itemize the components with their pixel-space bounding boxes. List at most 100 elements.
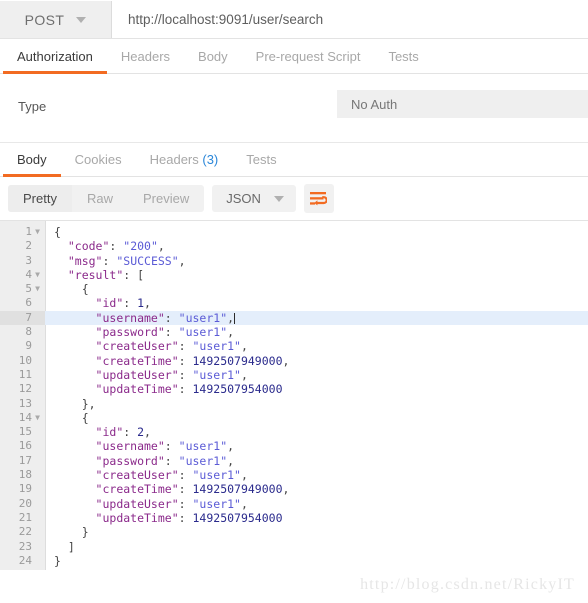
fold-triangle-icon[interactable]: ▼ [32,228,43,236]
response-tab-body[interactable]: Body [3,152,61,177]
code-token: : [ [123,267,145,282]
code-line[interactable]: 3▼ "msg": "SUCCESS", [0,254,588,268]
code-line[interactable]: 4 ▼ "result": [ [0,268,588,282]
code-line[interactable]: 19▼ "createTime": 1492507949000, [0,482,588,496]
code-line-text: { [45,225,61,239]
line-number: 1 [25,225,32,238]
code-token: : [178,353,193,368]
line-number: 24 [18,553,32,567]
code-line[interactable]: 10▼ "createTime": 1492507949000, [0,354,588,368]
code-token: "updateUser" [95,367,179,382]
request-tab-label: Authorization [17,49,93,64]
code-line[interactable]: 5 ▼ { [0,282,588,296]
watermark-text: http://blog.csdn.net/RickyIT [360,576,575,593]
response-tab-label: Body [17,152,47,167]
code-line[interactable]: 7▼ "username": "user1", [0,310,588,326]
response-tab-cookies[interactable]: Cookies [61,152,136,176]
code-token: "id" [95,425,124,440]
response-format-label: JSON [226,191,261,206]
code-token: : [109,239,124,254]
code-token: "id" [95,296,124,311]
line-number: 23 [18,539,32,553]
code-token: "updateUser" [95,496,179,511]
line-number-cell: 2▼ [0,239,45,253]
code-line-text: "username": "user1", [45,310,236,325]
code-line[interactable]: 18▼ "createUser": "user1", [0,468,588,482]
line-number: 18 [18,468,32,482]
code-token: : [178,482,193,497]
line-number-cell: 9▼ [0,339,45,353]
code-line[interactable]: 2▼ "code": "200", [0,239,588,253]
code-line[interactable]: 8▼ "password": "user1", [0,325,588,339]
fold-triangle-icon[interactable]: ▼ [32,271,43,279]
code-line-text: "createTime": 1492507949000, [45,353,290,368]
code-line[interactable]: 23▼ ] [0,540,588,554]
line-number-cell: 24▼ [0,554,45,568]
code-token: , [227,453,235,468]
code-line[interactable]: 22▼ } [0,525,588,539]
code-line[interactable]: 24▼} [0,554,588,568]
code-line[interactable]: 13▼ }, [0,397,588,411]
code-token: : [178,510,193,525]
code-line[interactable]: 21▼ "updateTime": 1492507954000 [0,511,588,525]
code-token: , [240,468,248,483]
code-line[interactable]: 1 ▼ { [0,225,588,239]
word-wrap-button[interactable] [303,184,334,213]
code-line[interactable]: 15▼ "id": 2, [0,425,588,439]
code-token: , [240,496,248,511]
code-line-text: "updateUser": "user1", [45,368,248,382]
line-number: 17 [18,453,32,467]
request-tab-tests[interactable]: Tests [374,49,432,73]
code-line[interactable]: 6▼ "id": 1, [0,296,588,310]
line-number-cell: 18▼ [0,468,45,482]
fold-triangle-icon[interactable]: ▼ [32,414,43,422]
code-token: "password" [95,453,165,468]
line-number-cell: 20▼ [0,497,45,511]
code-line[interactable]: 11▼ "updateUser": "user1", [0,368,588,382]
url-input[interactable]: http://localhost:9091/user/search [112,1,588,38]
code-token: { [54,282,89,297]
view-mode-raw[interactable]: Raw [72,185,128,212]
fold-triangle-icon[interactable]: ▼ [32,285,43,293]
code-token: : [178,339,193,354]
request-tab-authorization[interactable]: Authorization [3,49,107,74]
code-line[interactable]: 14 ▼ { [0,411,588,425]
code-token: , [227,439,235,454]
line-number-cell: 3▼ [0,254,45,268]
code-line[interactable]: 9▼ "createUser": "user1", [0,339,588,353]
code-token: "updateTime" [95,510,179,525]
code-line[interactable]: 17▼ "password": "user1", [0,454,588,468]
code-token: , [144,296,151,311]
code-line-text: "updateTime": 1492507954000 [45,382,283,396]
response-tab-count: (3) [198,152,219,167]
http-method-selector[interactable]: POST [0,1,112,38]
response-body-viewer[interactable]: 1▼{2▼ "code": "200",3▼ "msg": "SUCCESS",… [0,220,588,570]
line-number: 2 [25,239,32,253]
view-mode-preview[interactable]: Preview [128,185,204,212]
request-tab-pre-request-script[interactable]: Pre-request Script [242,49,375,73]
code-token: , [282,482,290,497]
request-tab-headers[interactable]: Headers [107,49,184,73]
code-line-text: "createUser": "user1", [45,468,248,482]
request-tab-body[interactable]: Body [184,49,242,73]
code-line[interactable]: 20▼ "updateUser": "user1", [0,497,588,511]
code-line[interactable]: 12▼ "updateTime": 1492507954000 [0,382,588,396]
response-tab-headers[interactable]: Headers (3) [136,152,233,176]
response-tab-label: Tests [246,152,277,167]
auth-type-select[interactable]: No Auth [337,90,588,118]
line-number-cell: 14 ▼ [0,411,45,425]
code-line[interactable]: 16▼ "username": "user1", [0,439,588,453]
response-tab-label: Cookies [74,152,122,167]
code-token: "user1" [178,310,228,325]
code-line-text: }, [45,397,96,411]
code-line-text: "id": 2, [45,425,151,439]
line-number: 13 [18,396,32,410]
response-tab-tests[interactable]: Tests [232,152,290,176]
response-format-select[interactable]: JSON [212,185,296,212]
code-line-text: "result": [ [45,268,144,282]
view-mode-pretty[interactable]: Pretty [8,185,72,212]
